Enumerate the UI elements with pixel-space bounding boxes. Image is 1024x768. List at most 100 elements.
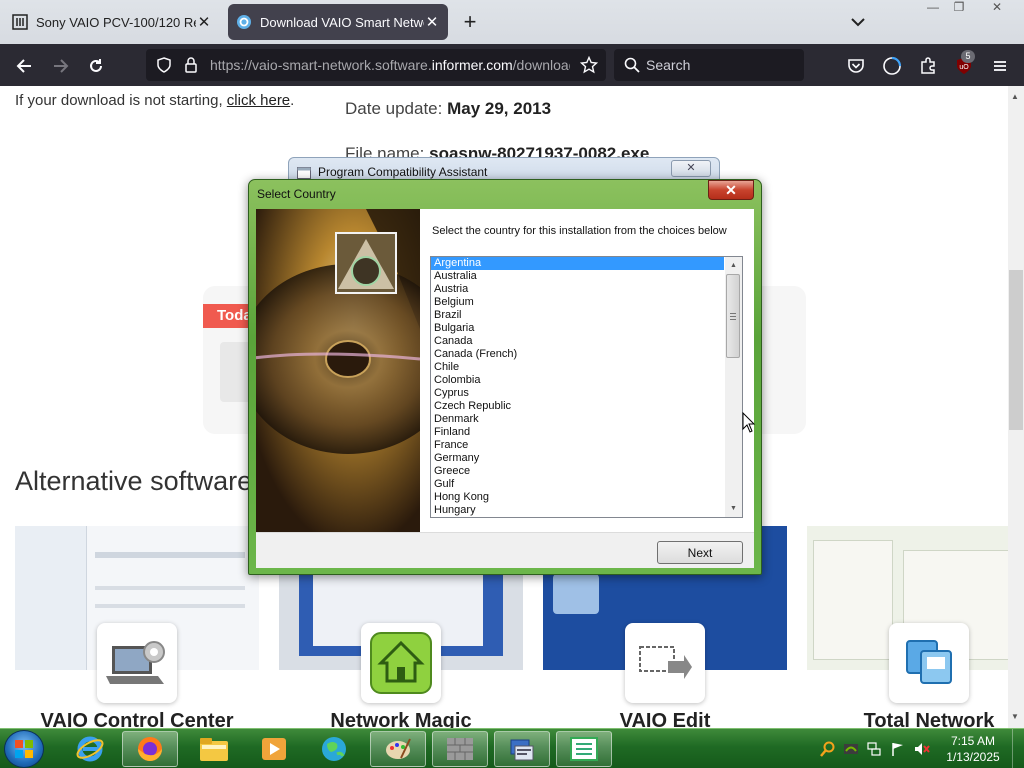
country-list-item[interactable]: Austria [431,283,724,296]
laptop-gear-icon[interactable] [97,623,177,703]
alt-name-total-network[interactable]: Total Network [807,710,1008,728]
country-list-item[interactable]: Belgium [431,296,724,309]
action-center-flag-icon[interactable] [890,741,906,757]
pocket-icon [848,59,864,73]
clock-date: 1/13/2025 [946,750,1000,764]
volume-muted-icon[interactable] [914,741,930,757]
taskbar-ie[interactable] [62,731,118,767]
dialog-title: Select Country [257,187,336,201]
nvidia-tray-icon[interactable] [843,741,859,757]
taskbar-paint[interactable] [370,731,426,767]
country-list-item[interactable]: Australia [431,270,724,283]
country-list[interactable]: Argentina Australia Austria Belgium Brazil Bu… [431,257,724,517]
list-scroll-down-icon[interactable]: ▼ [725,500,742,517]
show-desktop-button[interactable] [1012,729,1024,768]
dialog-close-button[interactable]: ✕ [708,180,754,200]
alt-name-vaio-control-center[interactable]: VAIO Control Center [15,710,259,728]
forward-button[interactable] [47,52,75,80]
country-list-item[interactable]: Hungary [431,504,724,517]
back-arrow-icon [16,59,31,73]
taskbar-wall[interactable] [432,731,488,767]
chevron-down-icon[interactable] [846,10,870,34]
paint-icon [386,738,411,759]
country-list-item[interactable]: Canada (French) [431,348,724,361]
window-close-button[interactable]: ✕ [982,0,1012,18]
new-tab-button[interactable]: + [456,8,484,36]
country-list-item[interactable]: Gulf [431,478,724,491]
page-favicon-icon [12,14,28,30]
green-house-icon[interactable] [361,623,441,703]
next-button[interactable]: Next [657,541,743,564]
network-tray-icon[interactable] [866,741,882,757]
extensions-button[interactable] [914,52,942,80]
tab-title: Sony VAIO PCV-100/120 Recove [36,14,196,30]
dialog-instruction: Select the country for this installation… [432,225,727,237]
list-scroll-up-icon[interactable]: ▲ [725,257,742,274]
url-text[interactable]: https://vaio-smart-network.software.info… [210,57,570,73]
dialog-body: Select the country for this installation… [256,209,754,568]
forward-arrow-icon [54,59,69,73]
country-list-item[interactable]: Brazil [431,309,724,322]
address-bar[interactable]: https://vaio-smart-network.software.info… [146,49,606,81]
pocket-button[interactable] [842,52,870,80]
taskbar-clock[interactable]: 7:15 AM 1/13/2025 [938,733,1008,765]
reload-icon [90,59,102,72]
tab-close-icon[interactable]: ✕ [424,13,440,31]
country-list-item[interactable]: Czech Republic [431,400,724,413]
tab-sony-vaio[interactable]: Sony VAIO PCV-100/120 Recove ✕ [4,4,220,40]
country-list-item[interactable]: Finland [431,426,724,439]
country-listbox[interactable]: Argentina Australia Austria Belgium Brazil Bu… [430,256,743,518]
taskbar-media-player[interactable] [246,731,302,767]
url-suffix: /download [512,57,570,73]
start-button[interactable] [4,730,44,768]
taskbar-setup[interactable] [494,731,550,767]
scroll-up-arrow-icon[interactable]: ▲ [1011,92,1019,101]
listbox-scrollbar[interactable]: ▲ ▼ [725,257,742,517]
country-list-item[interactable]: Hong Kong [431,491,724,504]
dialog-footer: Next [256,532,754,568]
download-hint-end: . [290,92,295,109]
country-list-item[interactable]: Colombia [431,374,724,387]
search-bar[interactable]: Search [614,49,804,81]
reload-button[interactable] [82,52,110,80]
bookmark-star-icon[interactable] [580,56,598,74]
taskbar-explorer[interactable] [186,731,242,767]
country-list-item[interactable]: Argentina [431,257,724,270]
tab-download-vaio[interactable]: Download VAIO Smart Network ✕ [228,4,448,40]
tab-close-icon[interactable]: ✕ [196,13,212,31]
cd-disc-artwork [256,209,420,532]
network-windows-icon[interactable] [889,623,969,703]
country-list-item[interactable]: Canada [431,335,724,348]
country-list-item[interactable]: Germany [431,452,724,465]
country-list-item[interactable]: Chile [431,361,724,374]
back-button[interactable] [10,52,38,80]
page-scroll-thumb[interactable] [1009,270,1023,430]
click-here-link[interactable]: click here [227,92,290,109]
restore-button[interactable]: ❐ [944,0,974,18]
film-arrow-icon[interactable] [625,623,705,703]
firefox-icon [138,737,162,761]
url-prefix: https://vaio-smart-network.software. [210,57,432,73]
alt-name-network-magic[interactable]: Network Magic [279,710,523,728]
search-tray-icon[interactable] [820,741,836,757]
taskbar-globe[interactable] [306,731,362,767]
globe-icon [322,737,346,761]
app-menu-button[interactable] [986,52,1014,80]
country-list-item[interactable]: Greece [431,465,724,478]
taskbar-list-app[interactable] [556,731,612,767]
pca-close-button[interactable]: ✕ [671,160,711,177]
scroll-down-arrow-icon[interactable]: ▼ [1011,712,1019,721]
alt-name-vaio-edit[interactable]: VAIO Edit [543,710,787,728]
shield-icon[interactable] [156,57,172,73]
lock-icon[interactable] [184,56,198,74]
mouse-pointer-icon [742,412,756,433]
country-list-item[interactable]: Cyprus [431,387,724,400]
list-scroll-thumb[interactable] [726,274,740,358]
taskbar-firefox[interactable] [122,731,178,767]
country-list-item[interactable]: France [431,439,724,452]
country-list-item[interactable]: Bulgaria [431,322,724,335]
date-value: May 29, 2013 [447,99,552,118]
account-button[interactable] [878,52,906,80]
country-list-item[interactable]: Denmark [431,413,724,426]
list-app-icon [570,737,598,761]
